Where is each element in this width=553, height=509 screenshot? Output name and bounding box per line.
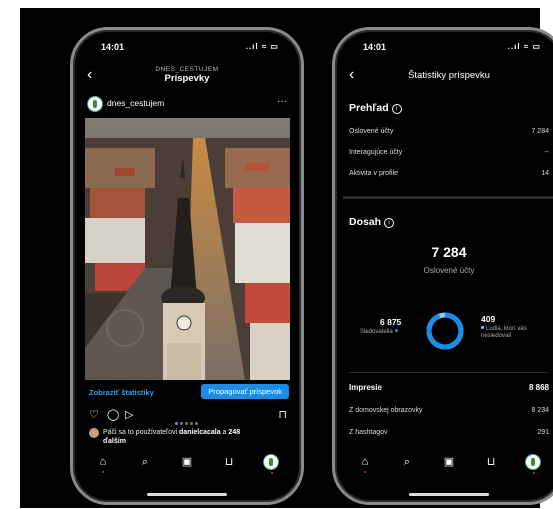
likes-prefix: Páči sa to používateľovi: [103, 429, 179, 436]
likes-more[interactable]: ďalším: [103, 438, 126, 445]
account-name[interactable]: dnes_cestujem: [107, 98, 164, 108]
home-icon[interactable]: ⌂: [357, 454, 373, 473]
status-time: 14:01: [363, 42, 387, 52]
overview-row[interactable]: Aktivita v profile 14: [349, 170, 549, 180]
followers-value: 6 875: [380, 317, 402, 327]
nonfollowers-value: 409: [481, 314, 496, 324]
post-photo[interactable]: [85, 118, 290, 380]
row-value: 291: [537, 429, 549, 436]
header-subtitle: DNES_CESTUJEM: [155, 66, 219, 73]
phone-post-view: 14:01 ..ıl ≈ ▭ ‹ DNES_CESTUJEM Príspevky…: [70, 27, 304, 505]
overview-title-text: Prehľad: [349, 102, 389, 114]
row-value: 14: [541, 170, 549, 177]
search-icon[interactable]: ⌕: [399, 454, 415, 470]
avatar[interactable]: [87, 96, 103, 112]
home-indicator: [147, 493, 227, 496]
reach-label: Oslovené účty: [423, 266, 475, 275]
impressions-title: Impresie: [349, 383, 382, 392]
back-arrow-icon[interactable]: ‹: [349, 66, 354, 84]
reach-value: 7 284: [431, 244, 467, 260]
likes-count[interactable]: 248: [228, 429, 240, 436]
view-insights-link[interactable]: Zobraziť štatistiky: [89, 388, 154, 397]
carousel-dots: [175, 412, 205, 425]
donut-followers: [426, 312, 464, 350]
likes-text[interactable]: Páči sa to používateľovi danielcacala a …: [89, 428, 287, 446]
row-label: Z hashtagov: [349, 429, 388, 436]
divider: [349, 372, 549, 373]
shop-icon[interactable]: ⊔: [483, 454, 499, 470]
header-title: Príspevky: [164, 73, 210, 84]
overview-row[interactable]: Oslovené účty 7 284: [349, 128, 549, 138]
phone-insights-view: 14:01 ..ıl ≈ ▭ ‹ Štatistiky príspevku Pr…: [332, 27, 553, 505]
share-icon[interactable]: ▷: [125, 408, 133, 421]
search-icon[interactable]: ⌕: [137, 454, 153, 470]
bottom-tab-bar: ⌂ ⌕ ▣ ⊔: [85, 454, 289, 474]
row-value: 7 284: [531, 128, 549, 135]
reels-icon[interactable]: ▣: [441, 454, 457, 470]
promote-post-button[interactable]: Propagovať príspevok: [201, 384, 289, 399]
insights-row: Zobraziť štatistiky Propagovať príspevok: [89, 384, 289, 400]
info-icon[interactable]: i: [391, 104, 402, 114]
reach-title: Dosah i: [349, 216, 395, 228]
reels-icon[interactable]: ▣: [179, 454, 195, 470]
home-icon[interactable]: ⌂: [95, 454, 111, 473]
status-bar: 14:01 ..ıl ≈ ▭: [73, 42, 301, 56]
profile-avatar-icon[interactable]: [525, 454, 541, 474]
profile-avatar-icon[interactable]: [263, 454, 279, 474]
impressions-value: 8 868: [528, 383, 549, 392]
system-icons: ..ıl ≈ ▭: [507, 42, 541, 51]
more-options-icon[interactable]: ···: [277, 96, 287, 107]
impression-row[interactable]: Z domovskej obrazovky 8 234: [349, 407, 549, 417]
liker-avatar: [89, 428, 99, 438]
nonfollowers-label: Ľudia, ktorí vás nesledovali: [481, 326, 541, 340]
insights-header: ‹ Štatistiky príspevku: [335, 64, 553, 92]
back-arrow-icon[interactable]: ‹: [87, 66, 92, 84]
shop-icon[interactable]: ⊔: [221, 454, 237, 470]
reach-donut-chart: [426, 312, 464, 350]
row-label: Z domovskej obrazovky: [349, 407, 423, 414]
header-title: Štatistiky príspevku: [408, 70, 490, 81]
row-value: --: [544, 149, 549, 156]
followers-label-text: Sledovatelia: [360, 329, 393, 335]
row-label: Oslovené účty: [349, 128, 394, 135]
overview-title: Prehľad i: [349, 102, 402, 114]
info-icon[interactable]: i: [384, 218, 395, 228]
nonfollowers-dot-icon: [481, 326, 484, 329]
impression-row[interactable]: Z hashtagov 291: [349, 429, 549, 439]
followers-label: Sledovatelia: [360, 329, 398, 336]
row-label: Aktivita v profile: [349, 170, 399, 177]
row-value: 8 234: [531, 407, 549, 414]
status-bar: 14:01 ..ıl ≈ ▭: [335, 42, 553, 56]
nonfollowers-label-text: Ľudia, ktorí vás nesledovali: [481, 326, 527, 339]
impressions-row[interactable]: Impresie 8 868: [349, 383, 549, 392]
post-actions: ♡ ◯ ▷ ⊓: [89, 408, 287, 425]
section-divider: [343, 196, 553, 199]
home-indicator: [409, 493, 489, 496]
overview-row[interactable]: Interagujúce účty --: [349, 149, 549, 159]
heart-icon[interactable]: ♡: [89, 408, 99, 421]
reach-title-text: Dosah: [349, 216, 382, 228]
city-photo-image: [85, 118, 290, 380]
row-label: Interagujúce účty: [349, 149, 403, 156]
followers-dot-icon: [394, 329, 398, 332]
post-account-row[interactable]: dnes_cestujem ···: [87, 96, 287, 112]
status-time: 14:01: [101, 42, 125, 52]
bottom-tab-bar: ⌂ ⌕ ▣ ⊔: [347, 454, 551, 474]
bookmark-icon[interactable]: ⊓: [278, 408, 287, 421]
likes-user[interactable]: danielcacala: [179, 429, 221, 436]
comment-icon[interactable]: ◯: [107, 408, 119, 421]
screenshot-stage: 14:01 ..ıl ≈ ▭ ‹ DNES_CESTUJEM Príspevky…: [20, 8, 553, 508]
system-icons: ..ıl ≈ ▭: [245, 42, 279, 51]
post-header: ‹ DNES_CESTUJEM Príspevky: [73, 64, 301, 92]
